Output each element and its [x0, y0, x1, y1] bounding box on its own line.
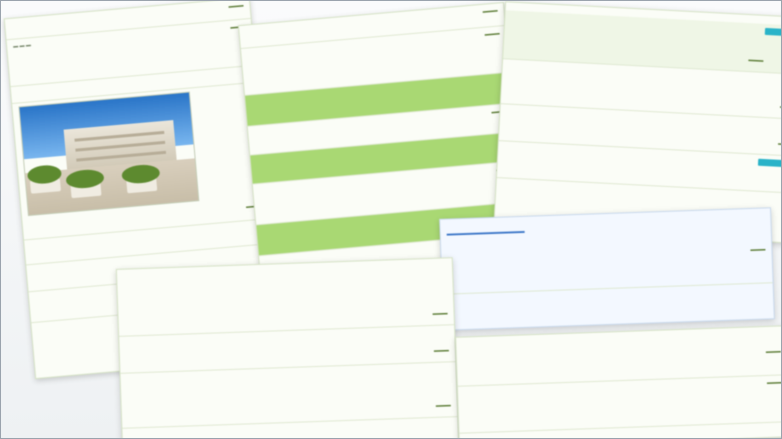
- action-button[interactable]: [764, 27, 781, 37]
- building-photo: [18, 91, 200, 217]
- reply-link[interactable]: ▬▬▬: [432, 309, 447, 318]
- reply-link[interactable]: ▬▬▬: [434, 346, 449, 355]
- reply-link[interactable]: ▬▬▬: [778, 140, 781, 149]
- popup-row: ▬▬▬▬▬▬▬▬▬▬▬▬▬ ▬▬▬: [440, 216, 773, 295]
- thread-row[interactable]: ▬▬▬: [116, 258, 455, 337]
- bottom-right-panel: ▬▬▬ ▬▬▬: [455, 325, 781, 438]
- popup-link[interactable]: ▬▬▬▬▬▬▬▬▬▬▬▬▬: [447, 229, 525, 238]
- right-popup-panel: ▬▬▬▬▬▬▬▬▬▬▬▬▬ ▬▬▬: [439, 207, 775, 331]
- bottom-forum-panel: ▬▬▬ ▬▬▬ ▬▬▬: [115, 257, 460, 438]
- thread-row[interactable]: ▬▬▬: [120, 362, 458, 429]
- reply-link[interactable]: ▬▬▬: [750, 245, 765, 254]
- reply-link[interactable]: ▬▬▬: [748, 56, 763, 65]
- reply-link[interactable]: ▬▬▬: [766, 347, 781, 356]
- action-button[interactable]: [757, 158, 781, 168]
- thread-meta: ▬ ▬ ▬: [12, 42, 32, 50]
- reply-link[interactable]: ▬▬▬: [436, 401, 451, 410]
- reply-link[interactable]: ▬▬▬: [484, 29, 500, 38]
- collage-frame: ▬▬▬ ▬ ▬ ▬ ▬▬▬ ▬▬▬ ▬▬▬ ▬▬▬ ▬▬▬ ▬▬▬ ▬▬▬▬▬▬…: [0, 0, 782, 439]
- reply-link[interactable]: ▬▬▬: [482, 7, 498, 16]
- reply-link[interactable]: ▬▬▬: [767, 378, 781, 387]
- reply-link[interactable]: ▬▬▬: [228, 2, 244, 11]
